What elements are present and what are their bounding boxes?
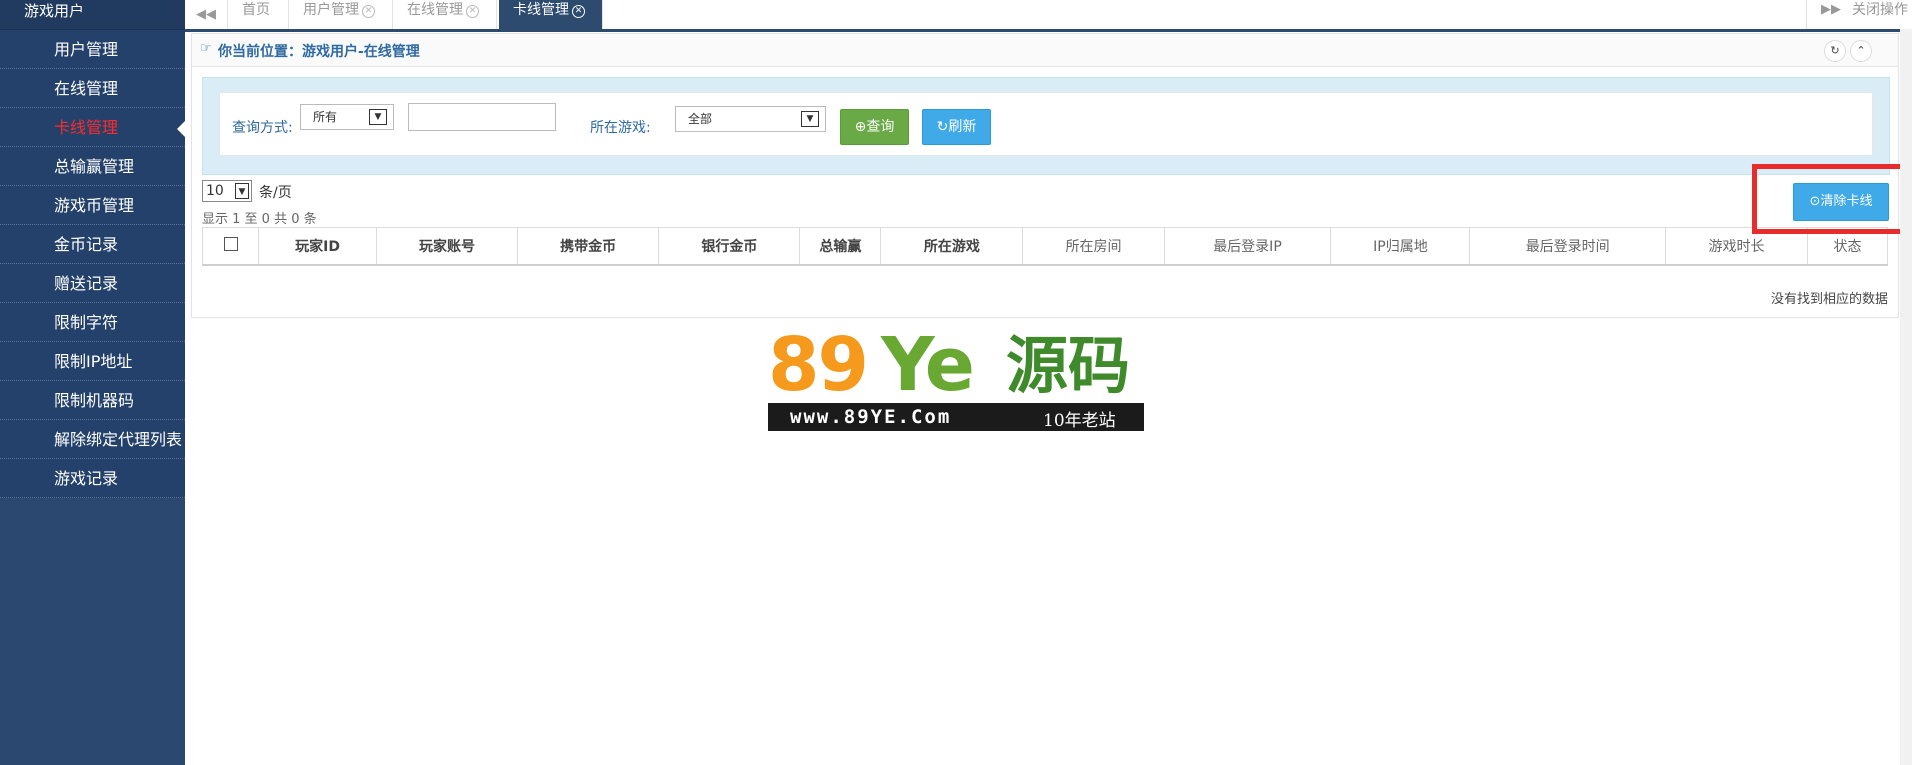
sidebar-item-online-management[interactable]: 在线管理	[0, 69, 185, 108]
query-button-label: 查询	[866, 119, 895, 135]
close-icon[interactable]: ✕	[362, 5, 375, 18]
highlight-box	[1752, 164, 1905, 234]
breadcrumb: ☞ 你当前位置：游戏用户-在线管理 ↻ ⌃	[192, 34, 1898, 67]
sidebar-item-game-coin-management[interactable]: 游戏币管理	[0, 186, 185, 225]
refresh-icon: ↻	[936, 119, 949, 135]
close-icon[interactable]: ✕	[466, 5, 479, 18]
sidebar-item-gold-records[interactable]: 金币记录	[0, 225, 185, 264]
sidebar-item-user-management[interactable]: 用户管理	[0, 30, 185, 69]
sidebar-item-label: 金币记录	[54, 235, 119, 254]
double-chevron-right-icon[interactable]: ▶▶	[1821, 0, 1841, 20]
search-panel: 查询方式: 所有 ▼ 所在游戏: 全部 ▼ ⊕查询 ↻刷新	[202, 77, 1890, 175]
search-icon: ⊕	[854, 119, 867, 135]
col-total-win-loss[interactable]: 总输赢	[799, 227, 882, 266]
tab-label: 用户管理	[303, 2, 359, 18]
col-last-login-time[interactable]: 最后登录时间	[1469, 227, 1666, 266]
chevron-down-icon: ▼	[369, 109, 387, 125]
logo-banner: www.89YE.Com 10年老站	[768, 403, 1144, 431]
close-operations-menu[interactable]: ▶▶ 关闭操作	[1806, 0, 1912, 29]
close-icon[interactable]: ✕	[572, 5, 585, 18]
game-select[interactable]: 全部 ▼	[675, 106, 826, 132]
sidebar-item-label: 赠送记录	[54, 274, 119, 293]
hand-point-icon: ☞	[200, 41, 212, 56]
watermark-logo: 89 Ye 源码 www.89YE.Com 10年老站	[768, 325, 1144, 433]
tab-user-management[interactable]: 用户管理 ✕	[289, 0, 393, 29]
table-header-row: 玩家ID 玩家账号 携带金币 银行金币 总输赢 所在游戏 所在房间 最后登录IP…	[201, 227, 1888, 266]
sidebar-item-label: 解除绑定代理列表	[54, 430, 183, 449]
col-current-room[interactable]: 所在房间	[1022, 227, 1165, 266]
sidebar-item-label: 限制字符	[54, 313, 119, 332]
sidebar-item-restricted-ip[interactable]: 限制IP地址	[0, 342, 185, 381]
active-pointer-icon	[177, 120, 185, 138]
sidebar-item-label: 游戏币管理	[54, 196, 135, 215]
page-size-select[interactable]: 10 ▼	[202, 180, 252, 202]
page-size-label: 条/页	[259, 185, 292, 201]
logo-url: www.89YE.Com	[790, 406, 952, 428]
logo-chinese: 源码	[1006, 329, 1131, 402]
tab-home[interactable]: 首页	[228, 0, 289, 29]
search-form: 查询方式: 所有 ▼ 所在游戏: 全部 ▼ ⊕查询 ↻刷新	[219, 92, 1873, 156]
empty-message: 没有找到相应的数据	[1770, 292, 1888, 307]
keyword-input[interactable]	[408, 103, 556, 131]
col-ip-location[interactable]: IP归属地	[1330, 227, 1471, 266]
data-table: 玩家ID 玩家账号 携带金币 银行金币 总输赢 所在游戏 所在房间 最后登录IP…	[201, 227, 1888, 266]
logo-ye: Ye	[881, 322, 975, 408]
col-player-id[interactable]: 玩家ID	[258, 227, 377, 266]
query-mode-value: 所有	[313, 110, 338, 124]
breadcrumb-text: 你当前位置：游戏用户-在线管理	[218, 44, 420, 60]
sidebar-item-stuck-management[interactable]: 卡线管理	[0, 108, 185, 147]
close-operations-label: 关闭操作	[1852, 2, 1908, 18]
double-chevron-left-icon[interactable]: ◀◀	[185, 0, 228, 29]
sidebar: 游戏用户 用户管理 在线管理 卡线管理 总输赢管理 游戏币管理 金币记录 赠送记…	[0, 0, 185, 765]
col-carried-gold[interactable]: 携带金币	[517, 227, 660, 266]
logo-title: 89 Ye 源码	[768, 325, 1144, 405]
col-current-game[interactable]: 所在游戏	[880, 227, 1024, 266]
chevron-down-icon: ▼	[235, 183, 249, 199]
main-panel: ☞ 你当前位置：游戏用户-在线管理 ↻ ⌃ 查询方式: 所有 ▼ 所在游戏: 全…	[191, 33, 1899, 318]
sidebar-item-label: 游戏记录	[54, 469, 119, 488]
checkbox-icon[interactable]	[223, 237, 238, 251]
tab-label: 在线管理	[407, 2, 463, 18]
sidebar-item-label: 总输赢管理	[54, 157, 135, 176]
chevron-down-icon: ▼	[801, 111, 819, 127]
sidebar-item-unbind-agents[interactable]: 解除绑定代理列表	[0, 420, 185, 459]
sidebar-item-label: 卡线管理	[54, 118, 119, 137]
sidebar-item-win-loss-management[interactable]: 总输赢管理	[0, 147, 185, 186]
game-value: 全部	[688, 112, 713, 126]
tab-label: 卡线管理	[513, 2, 569, 18]
tab-stuck-management[interactable]: 卡线管理 ✕	[499, 0, 603, 29]
collapse-icon[interactable]: ⌃	[1850, 40, 1872, 62]
sidebar-item-label: 限制机器码	[54, 391, 135, 410]
tab-bar: ◀◀ 首页 用户管理 ✕ 在线管理 ✕ 卡线管理 ✕ ▶▶ 关闭操作	[185, 0, 1912, 32]
sidebar-item-label: 用户管理	[54, 40, 119, 59]
query-mode-select[interactable]: 所有 ▼	[300, 104, 394, 130]
select-all-checkbox[interactable]	[201, 227, 260, 266]
refresh-icon[interactable]: ↻	[1824, 40, 1846, 62]
logo-number: 89	[768, 322, 869, 408]
pagination-info: 显示 1 至 0 共 0 条	[202, 212, 317, 227]
col-last-login-ip[interactable]: 最后登录IP	[1163, 227, 1332, 266]
game-label: 所在游戏:	[590, 120, 651, 136]
tab-label: 首页	[242, 2, 270, 18]
refresh-button-label: 刷新	[948, 119, 977, 135]
sidebar-item-restricted-machine[interactable]: 限制机器码	[0, 381, 185, 420]
sidebar-item-gift-records[interactable]: 赠送记录	[0, 264, 185, 303]
sidebar-item-label: 在线管理	[54, 79, 119, 98]
col-bank-gold[interactable]: 银行金币	[658, 227, 801, 266]
sidebar-item-label: 限制IP地址	[54, 352, 133, 371]
logo-slogan: 10年老站	[1043, 411, 1116, 431]
page-size-value: 10	[206, 183, 224, 199]
sidebar-header[interactable]: 游戏用户	[0, 0, 185, 30]
sidebar-item-game-records[interactable]: 游戏记录	[0, 459, 185, 498]
query-button[interactable]: ⊕查询	[840, 109, 909, 145]
refresh-button[interactable]: ↻刷新	[922, 109, 991, 145]
tab-online-management[interactable]: 在线管理 ✕	[393, 0, 497, 29]
sidebar-item-restricted-chars[interactable]: 限制字符	[0, 303, 185, 342]
vertical-scrollbar[interactable]	[1900, 29, 1912, 765]
col-player-account[interactable]: 玩家账号	[375, 227, 519, 266]
query-mode-label: 查询方式:	[232, 120, 293, 136]
